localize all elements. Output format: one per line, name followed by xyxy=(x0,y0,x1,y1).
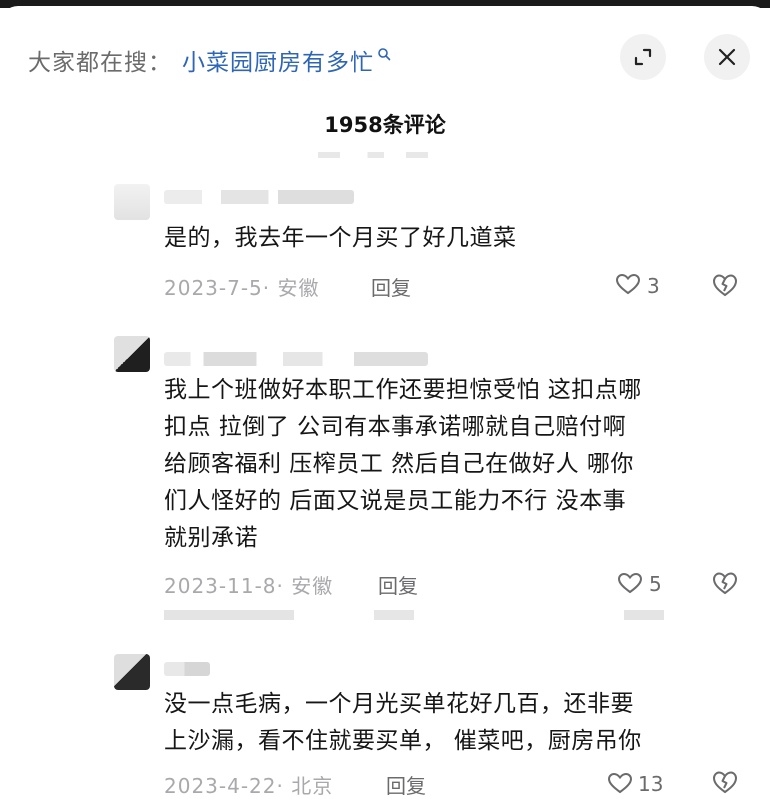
broken-heart-icon[interactable] xyxy=(712,570,738,596)
comment-line: 我上个班做好本职工作还要担惊受怕 这扣点哪 xyxy=(164,377,642,403)
reply-button[interactable]: 回复 xyxy=(378,570,418,599)
like-count: 13 xyxy=(638,772,664,796)
username[interactable] xyxy=(164,190,354,204)
comment-line: 没一点毛病，一个月光买单花好几百，还非要 xyxy=(164,691,634,717)
like-count: 5 xyxy=(649,572,662,596)
heart-icon[interactable] xyxy=(607,771,633,795)
comment-line: 上沙漏，看不住就要买单， 催菜吧，厨房吊你 xyxy=(164,728,642,754)
avatar[interactable] xyxy=(114,654,150,690)
like-count: 3 xyxy=(647,274,660,298)
comment-line: 扣点 拉倒了 公司有本事承诺哪就自己赔付啊 xyxy=(164,414,627,440)
close-button[interactable] xyxy=(704,34,750,80)
trending-search-label: 大家都在搜： xyxy=(28,50,172,76)
comment-line: 给顾客福利 压榨员工 然后自己在做好人 哪你 xyxy=(164,451,634,477)
username[interactable] xyxy=(164,352,428,366)
avatar[interactable] xyxy=(114,184,150,220)
trending-search[interactable]: 大家都在搜： 小菜园厨房有多忙 xyxy=(28,40,391,80)
comments-sheet: 大家都在搜： 小菜园厨房有多忙 1958条评论 是的，我去年一个月买了好几道菜 … xyxy=(0,6,770,798)
heart-icon[interactable] xyxy=(615,272,641,296)
broken-heart-icon[interactable] xyxy=(712,769,738,795)
avatar[interactable] xyxy=(114,336,150,372)
trending-search-term[interactable]: 小菜园厨房有多忙 xyxy=(182,43,374,77)
comment-date: 2023-11-8· 安徽 xyxy=(164,574,334,598)
expand-button[interactable] xyxy=(620,34,666,80)
comment-line: 们人怪好的 后面又说是员工能力不行 没本事 xyxy=(164,488,627,514)
comment-date: 2023-7-5· 安徽 xyxy=(164,276,320,300)
heart-icon[interactable] xyxy=(617,571,643,595)
hidden-row xyxy=(164,610,664,620)
comment-text: 我上个班做好本职工作还要担惊受怕 这扣点哪 扣点 拉倒了 公司有本事承诺哪就自己… xyxy=(164,372,724,557)
comment-line: 就别承诺 xyxy=(164,525,258,551)
close-icon xyxy=(718,48,736,66)
reply-button[interactable]: 回复 xyxy=(371,272,411,301)
search-icon xyxy=(378,48,391,61)
comment-text: 是的，我去年一个月买了好几道菜 xyxy=(164,225,517,251)
hidden-row xyxy=(318,152,428,158)
expand-icon xyxy=(634,48,652,66)
comment-date: 2023-4-22· 北京 xyxy=(164,774,334,798)
comment-text: 没一点毛病，一个月光买单花好几百，还非要 上沙漏，看不住就要买单， 催菜吧，厨房… xyxy=(164,686,724,760)
broken-heart-icon[interactable] xyxy=(712,272,738,298)
comment-count-title: 1958条评论 xyxy=(324,113,446,137)
username[interactable] xyxy=(164,662,210,676)
reply-button[interactable]: 回复 xyxy=(386,770,426,799)
